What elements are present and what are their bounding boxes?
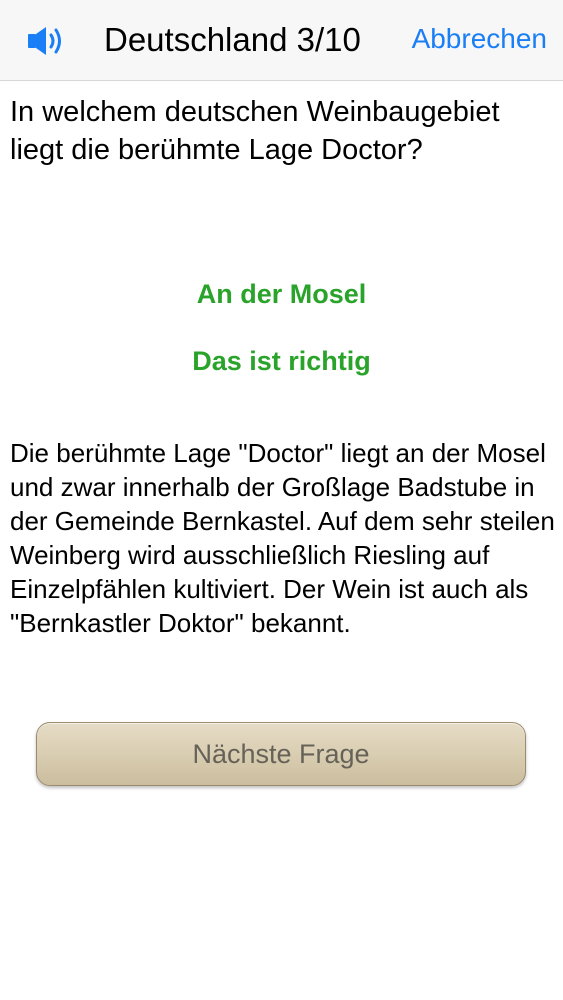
speaker-volume-icon (28, 27, 61, 55)
explanation-text: Die berühmte Lage "Doctor" liegt an der … (10, 438, 555, 638)
question-text: In welchem deutschen Weinbaugebiet liegt… (10, 96, 500, 166)
sound-button[interactable] (26, 24, 70, 58)
page-title: Deutschland 3/10 (104, 21, 361, 58)
quiz-screen: Deutschland 3/10 Abbrechen In welchem de… (0, 0, 563, 1000)
verdict-text: Das ist richtig (192, 346, 371, 376)
next-question-button[interactable]: Nächste Frage (36, 722, 526, 786)
answer-text: An der Mosel (196, 279, 367, 309)
navigation-bar: Deutschland 3/10 Abbrechen (0, 0, 563, 81)
cancel-button[interactable]: Abbrechen (412, 23, 547, 55)
